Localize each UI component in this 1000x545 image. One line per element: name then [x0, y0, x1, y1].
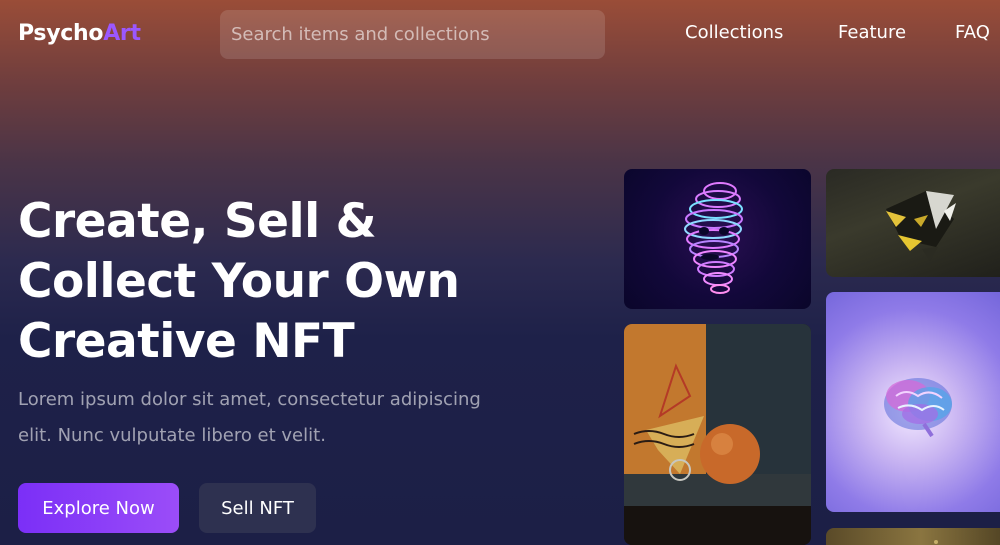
orange-sphere-artwork	[624, 324, 811, 545]
hero-title-line: Creative NFT	[18, 314, 355, 369]
nav-link-collections[interactable]: Collections	[685, 22, 783, 43]
hero-title-line: Create, Sell &	[18, 194, 377, 249]
main-nav: Collections Feature FAQ	[0, 22, 1000, 48]
gold-artwork	[934, 540, 938, 544]
neon-head-artwork	[684, 182, 743, 294]
nft-card-brain[interactable]	[826, 292, 1000, 512]
nav-link-feature[interactable]: Feature	[838, 22, 906, 43]
nft-card-orange-sphere[interactable]	[624, 324, 811, 545]
glowing-brain-artwork	[884, 378, 952, 438]
sell-nft-button[interactable]: Sell NFT	[199, 483, 316, 533]
nft-card-gold[interactable]	[826, 528, 1000, 545]
hero-description: Lorem ipsum dolor sit amet, consectetur …	[18, 389, 481, 446]
nav-link-faq[interactable]: FAQ	[955, 22, 990, 43]
hero-title: Create, Sell & Collect Your Own Creative…	[18, 192, 538, 372]
hero-title-line: Collect Your Own	[18, 254, 460, 309]
nft-card-neon-head[interactable]	[624, 169, 811, 309]
explore-now-button[interactable]: Explore Now	[18, 483, 179, 533]
dark-polyhedron-artwork	[886, 191, 956, 261]
nft-card-polyhedron[interactable]	[826, 169, 1000, 277]
